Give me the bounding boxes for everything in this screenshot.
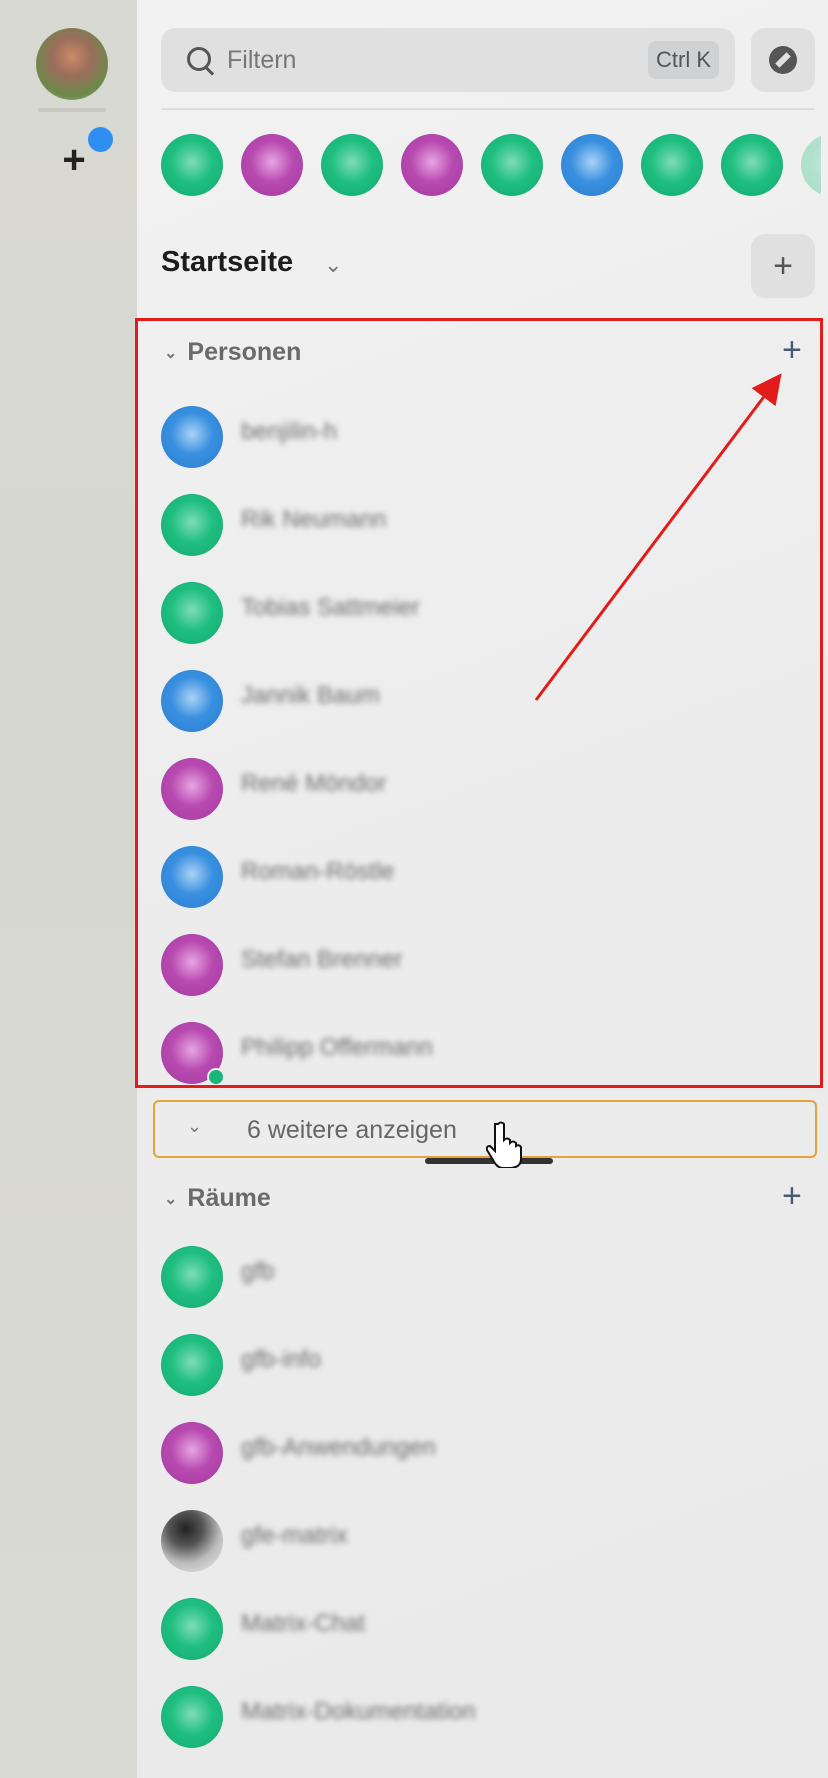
list-item[interactable]: gfb-info: [161, 1328, 801, 1400]
room-name: Matrix-Chat: [241, 1610, 366, 1637]
room-name: gfb-info: [241, 1346, 322, 1373]
show-more-label: 6 weitere anzeigen: [247, 1116, 457, 1144]
hand-cursor-icon: [486, 1121, 522, 1168]
add-room-button[interactable]: +: [782, 1179, 802, 1213]
avatar: [161, 1510, 223, 1572]
show-more-button[interactable]: ⌄ 6 weitere anzeigen: [153, 1100, 817, 1164]
room-name: gfb-Anwendungen: [241, 1434, 436, 1461]
section-title: Räume: [187, 1184, 271, 1212]
avatar: [161, 1246, 223, 1308]
divider: [161, 108, 815, 110]
search-icon: [185, 45, 215, 75]
user-avatar[interactable]: [36, 28, 108, 100]
recent-avatar[interactable]: [321, 134, 383, 196]
recent-avatar[interactable]: [721, 134, 783, 196]
avatar: [161, 1686, 223, 1748]
keyboard-shortcut: Ctrl K: [648, 41, 719, 79]
chevron-down-icon[interactable]: ⌄: [324, 252, 342, 278]
list-item[interactable]: gfe-matrix: [161, 1504, 801, 1576]
filter-search-field[interactable]: Filtern Ctrl K: [161, 28, 735, 92]
space-rail: +: [0, 0, 137, 1778]
compass-icon: [769, 46, 797, 74]
search-placeholder: Filtern: [227, 45, 297, 74]
room-name: Matrix-Dokumentation: [241, 1698, 476, 1725]
avatar: [161, 1422, 223, 1484]
list-item[interactable]: Matrix-Chat: [161, 1592, 801, 1664]
section-header-rooms[interactable]: ⌄ Räume: [164, 1184, 271, 1213]
avatar: [161, 1334, 223, 1396]
room-name: gfb: [241, 1258, 275, 1285]
list-item[interactable]: Matrix-Dokumentation: [161, 1680, 801, 1752]
list-item[interactable]: gfb: [161, 1240, 801, 1312]
recent-avatar[interactable]: [241, 134, 303, 196]
recent-avatar[interactable]: [481, 134, 543, 196]
recent-avatar[interactable]: [561, 134, 623, 196]
recent-avatar[interactable]: [641, 134, 703, 196]
add-space-button[interactable]: +: [54, 140, 94, 180]
add-button[interactable]: +: [751, 234, 815, 298]
recent-avatars-strip: [161, 130, 821, 200]
notification-dot: [88, 127, 113, 152]
list-item[interactable]: gfb-Anwendungen: [161, 1416, 801, 1488]
chevron-down-icon: ⌄: [187, 1116, 203, 1136]
active-space-indicator: [38, 108, 106, 112]
avatar: [161, 1598, 223, 1660]
recent-avatar[interactable]: [801, 134, 821, 196]
explore-button[interactable]: [751, 28, 815, 92]
chevron-down-icon: ⌄: [164, 1191, 178, 1209]
room-name: gfe-matrix: [241, 1522, 348, 1549]
recent-avatar[interactable]: [401, 134, 463, 196]
highlight-box: [135, 318, 823, 1088]
home-title[interactable]: Startseite: [161, 246, 293, 279]
recent-avatar[interactable]: [161, 134, 223, 196]
